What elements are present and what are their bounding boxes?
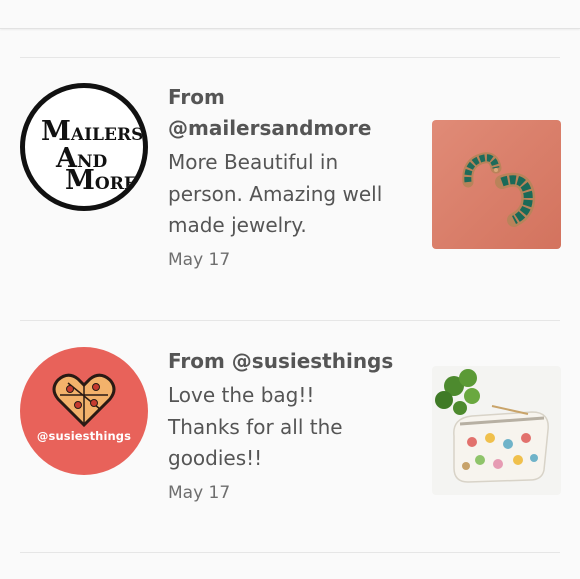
review-text: From @mailersandmore More Beautiful in p…: [168, 82, 413, 270]
reviewer-avatar-susiesthings[interactable]: @susiesthings: [20, 347, 148, 475]
item-thumbnail-earrings[interactable]: [432, 120, 561, 249]
review-date: May 17: [168, 249, 231, 270]
review-comment: Love the bag!! Thanks for all the goodie…: [168, 383, 343, 470]
mailers-and-more-logo: MAILERS AND MORE: [41, 116, 144, 196]
avatar-label: @susiesthings: [36, 429, 132, 443]
review-from: From @mailersandmore: [168, 85, 372, 140]
divider: [20, 552, 560, 553]
bag-image: [435, 369, 549, 483]
review-date: May 17: [168, 482, 231, 503]
review-comment: More Beautiful in person. Amazing well m…: [168, 150, 383, 237]
review-from: From @susiesthings: [168, 349, 394, 373]
earrings-image: [462, 152, 536, 227]
reviewer-avatar-mailersandmore[interactable]: MAILERS AND MORE: [20, 83, 148, 211]
top-bar: [0, 0, 580, 29]
review-item: @susiesthings From @susiesthings Love th…: [0, 320, 580, 552]
reviewer-username-link[interactable]: @susiesthings: [232, 349, 393, 373]
review-text: From @susiesthings Love the bag!! Thanks…: [168, 346, 418, 503]
pizza-heart-icon: [52, 373, 116, 428]
review-item: MAILERS AND MORE From @mailersandmore Mo…: [0, 57, 580, 320]
item-thumbnail-bag[interactable]: [432, 366, 561, 495]
reviewer-username-link[interactable]: @mailersandmore: [168, 116, 371, 140]
